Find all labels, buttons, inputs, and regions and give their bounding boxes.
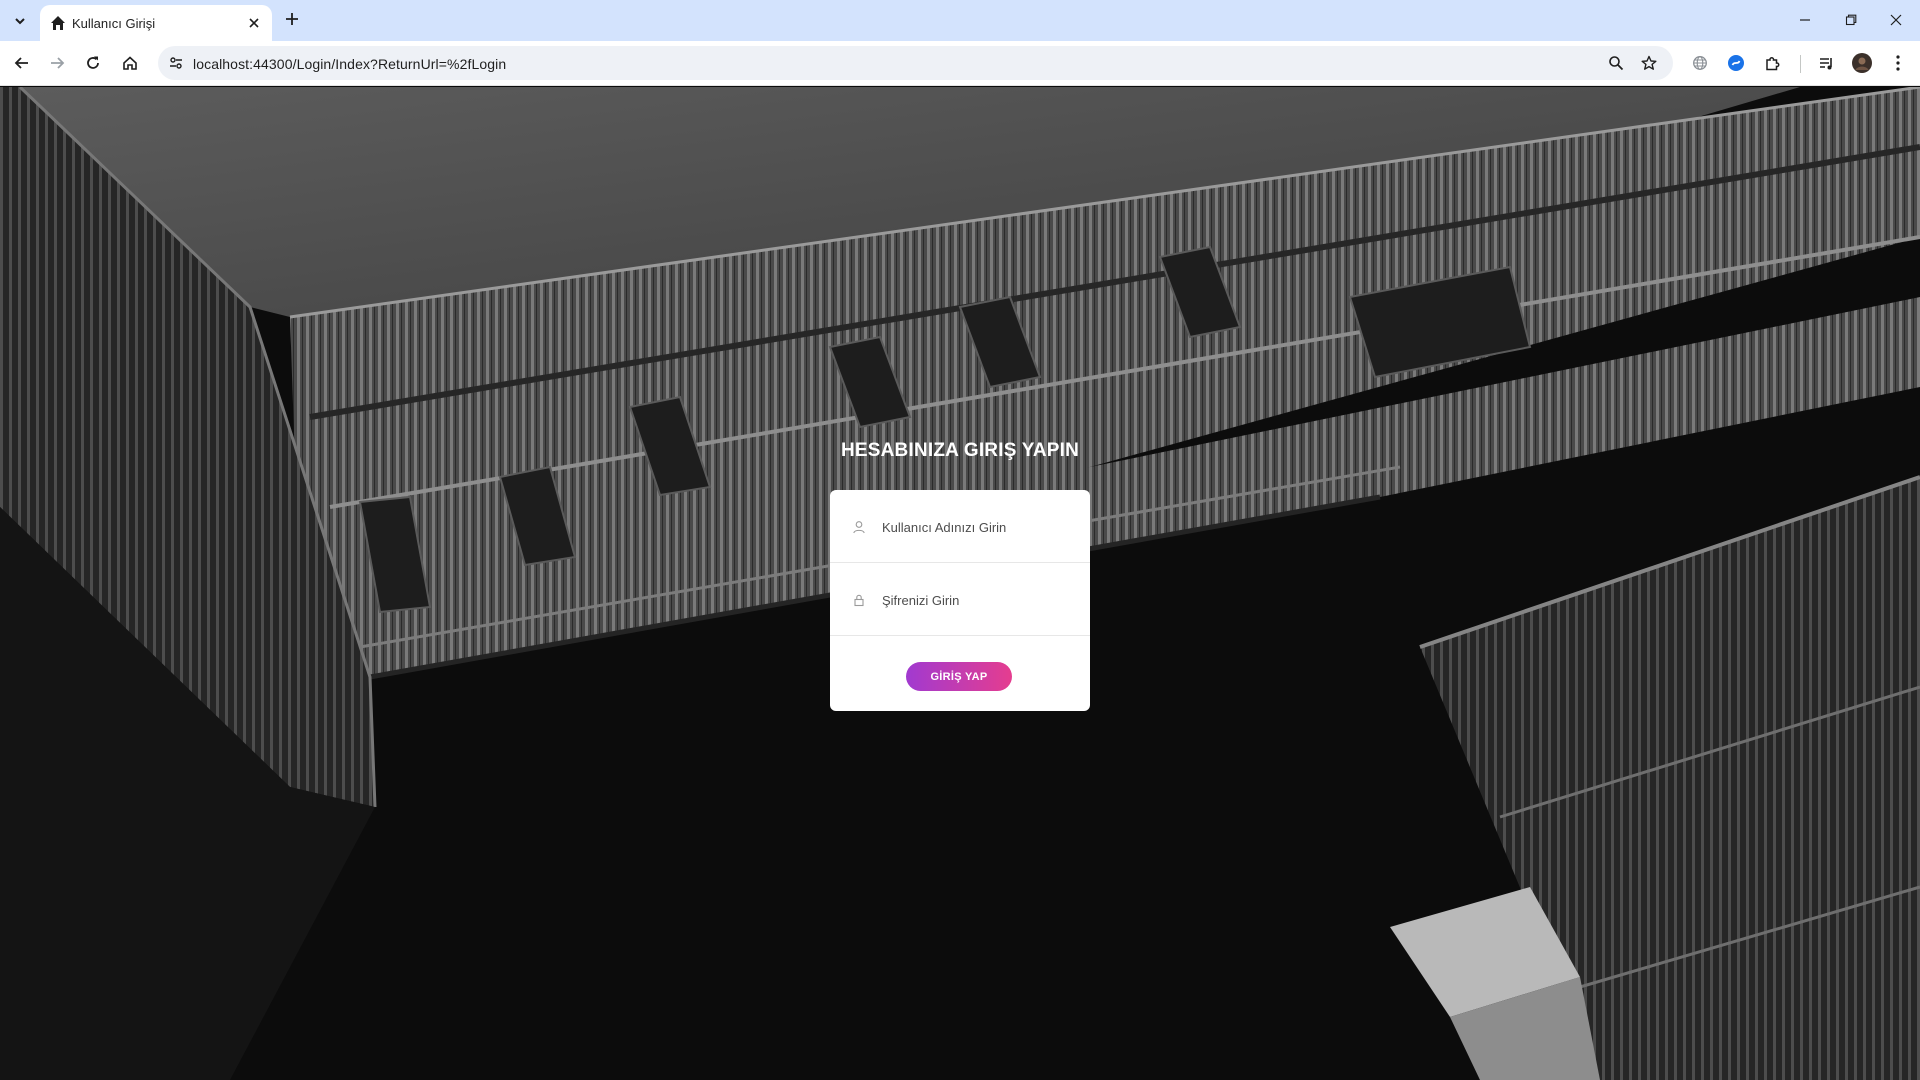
forward-button[interactable] — [43, 49, 71, 77]
translate-extension-button[interactable] — [1686, 49, 1714, 77]
browser-tab-strip: Kullanıcı Girişi — [0, 0, 1920, 41]
new-tab-button[interactable] — [281, 8, 303, 30]
restore-icon — [1845, 14, 1857, 26]
tab-close-button[interactable] — [245, 14, 263, 32]
tune-icon — [170, 57, 182, 69]
back-button[interactable] — [8, 49, 36, 77]
site-info-button[interactable] — [166, 53, 186, 73]
home-icon — [123, 56, 137, 70]
extensions-menu-button[interactable] — [1758, 49, 1786, 77]
zoom-icon — [1609, 56, 1624, 71]
home-button[interactable] — [116, 49, 144, 77]
url-text[interactable]: localhost:44300/Login/Index?ReturnUrl=%2… — [193, 56, 506, 72]
username-input[interactable] — [882, 512, 1072, 542]
tab-title: Kullanıcı Girişi — [72, 16, 156, 31]
password-field — [830, 563, 1090, 636]
address-bar[interactable]: localhost:44300/Login/Index?ReturnUrl=%2… — [158, 46, 1673, 80]
chevron-down-icon — [15, 18, 25, 25]
forward-icon — [51, 57, 65, 69]
puzzle-icon — [1765, 56, 1779, 70]
minimize-icon — [1800, 19, 1810, 21]
tab-search-button[interactable] — [7, 8, 33, 34]
globe-icon — [1693, 56, 1707, 70]
restore-button[interactable] — [1831, 6, 1871, 34]
extension-icon — [1728, 55, 1744, 71]
reload-icon — [87, 56, 99, 69]
plus-icon — [286, 13, 298, 25]
user-icon — [853, 521, 865, 534]
avatar — [1852, 53, 1872, 73]
media-control-button[interactable] — [1812, 49, 1840, 77]
login-title: HESABINIZA GIRIŞ YAPIN — [840, 440, 1080, 461]
back-icon — [14, 57, 28, 69]
close-icon — [1890, 14, 1902, 26]
extension-button[interactable] — [1722, 49, 1750, 77]
login-card: GİRİŞ YAP — [830, 490, 1090, 711]
media-icon — [1819, 57, 1832, 69]
reload-button[interactable] — [79, 49, 107, 77]
lock-icon — [854, 594, 864, 607]
page-viewport: HESABINIZA GIRIŞ YAPIN GİRİŞ YAP — [0, 87, 1920, 1080]
toolbar-divider — [1800, 55, 1801, 73]
login-submit-button[interactable]: GİRİŞ YAP — [906, 662, 1012, 691]
bookmark-star-icon — [1641, 55, 1657, 70]
profile-button[interactable] — [1848, 49, 1876, 77]
zoom-button[interactable] — [1605, 52, 1627, 74]
home-icon — [51, 16, 65, 30]
minimize-button[interactable] — [1785, 6, 1825, 34]
menu-icon — [1896, 55, 1900, 71]
browser-tab[interactable]: Kullanıcı Girişi — [40, 5, 272, 41]
username-field — [830, 490, 1090, 563]
browser-menu-button[interactable] — [1884, 49, 1912, 77]
password-input[interactable] — [882, 585, 1072, 615]
browser-toolbar: localhost:44300/Login/Index?ReturnUrl=%2… — [0, 41, 1920, 86]
window-close-button[interactable] — [1876, 6, 1916, 34]
bookmark-button[interactable] — [1638, 52, 1660, 74]
close-icon — [249, 18, 259, 28]
